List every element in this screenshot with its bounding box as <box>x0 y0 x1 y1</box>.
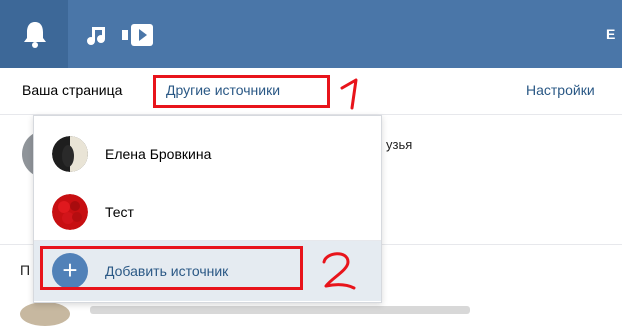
your-page-link[interactable]: Ваша страница <box>22 82 122 98</box>
dropdown-item-elena[interactable]: Елена Бровкина <box>34 124 381 184</box>
settings-link[interactable]: Настройки <box>526 82 595 98</box>
top-bar: E <box>0 0 622 68</box>
music-icon[interactable] <box>86 24 108 46</box>
red-flower-avatar <box>52 194 88 230</box>
topbar-letter: E <box>606 26 616 42</box>
feed-partial-text: узья <box>386 137 413 152</box>
dropdown-item-label: Тест <box>105 204 134 220</box>
annotation-marker-2 <box>322 252 356 290</box>
highlight-box-other-sources <box>153 75 330 108</box>
highlight-box-add-source <box>40 246 303 290</box>
video-icon[interactable] <box>120 22 156 48</box>
dropdown-item-test[interactable]: Тест <box>34 182 381 242</box>
notifications-tab[interactable] <box>0 0 68 68</box>
feed-bottom-line <box>90 306 470 314</box>
photo-avatar <box>52 136 88 172</box>
annotation-marker-1 <box>340 78 358 110</box>
dropdown-item-label: Елена Бровкина <box>105 146 212 162</box>
bell-icon <box>24 22 46 48</box>
feed-partial-letter: П <box>20 262 31 278</box>
feed-bottom-avatar <box>20 302 70 326</box>
